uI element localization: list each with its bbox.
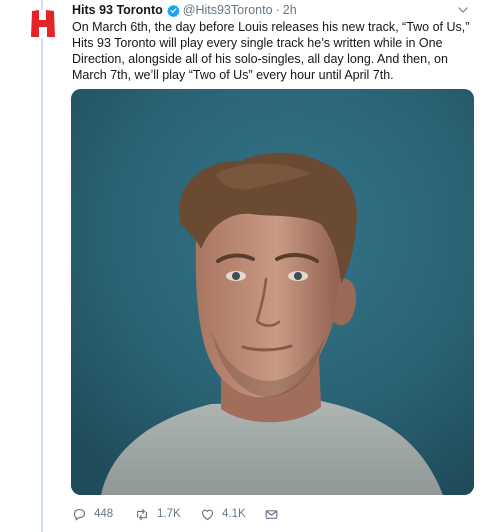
direct-message-button[interactable] [264, 507, 286, 522]
author-name[interactable]: Hits 93 Toronto [72, 3, 163, 17]
retweet-count: 1.7K [157, 508, 181, 520]
verified-badge-icon [166, 4, 180, 17]
reply-icon [73, 508, 86, 520]
separator-dot: · [275, 3, 280, 17]
tweet-timestamp[interactable]: 2h [283, 3, 297, 17]
tweet-text: On March 6th, the day before Louis relea… [72, 20, 470, 82]
chevron-down-icon[interactable] [456, 3, 470, 17]
reply-button[interactable]: 448 [72, 507, 134, 522]
like-button[interactable]: 4.1K [200, 507, 264, 522]
tweet-photo[interactable] [71, 89, 474, 495]
envelope-icon [265, 509, 278, 519]
retweet-icon [137, 508, 147, 520]
tweet-header: Hits 93 Toronto @Hits93Toronto · 2h [72, 0, 297, 20]
author-handle[interactable]: @Hits93Toronto [183, 3, 273, 17]
thread-line [41, 0, 43, 532]
retweet-button[interactable]: 1.7K [134, 507, 200, 522]
reply-count: 448 [94, 508, 114, 520]
heart-icon [201, 509, 214, 520]
tweet-actions: 448 1.7K 4.1K [72, 505, 286, 523]
h-logo-icon[interactable] [30, 10, 56, 38]
like-count: 4.1K [222, 508, 246, 520]
